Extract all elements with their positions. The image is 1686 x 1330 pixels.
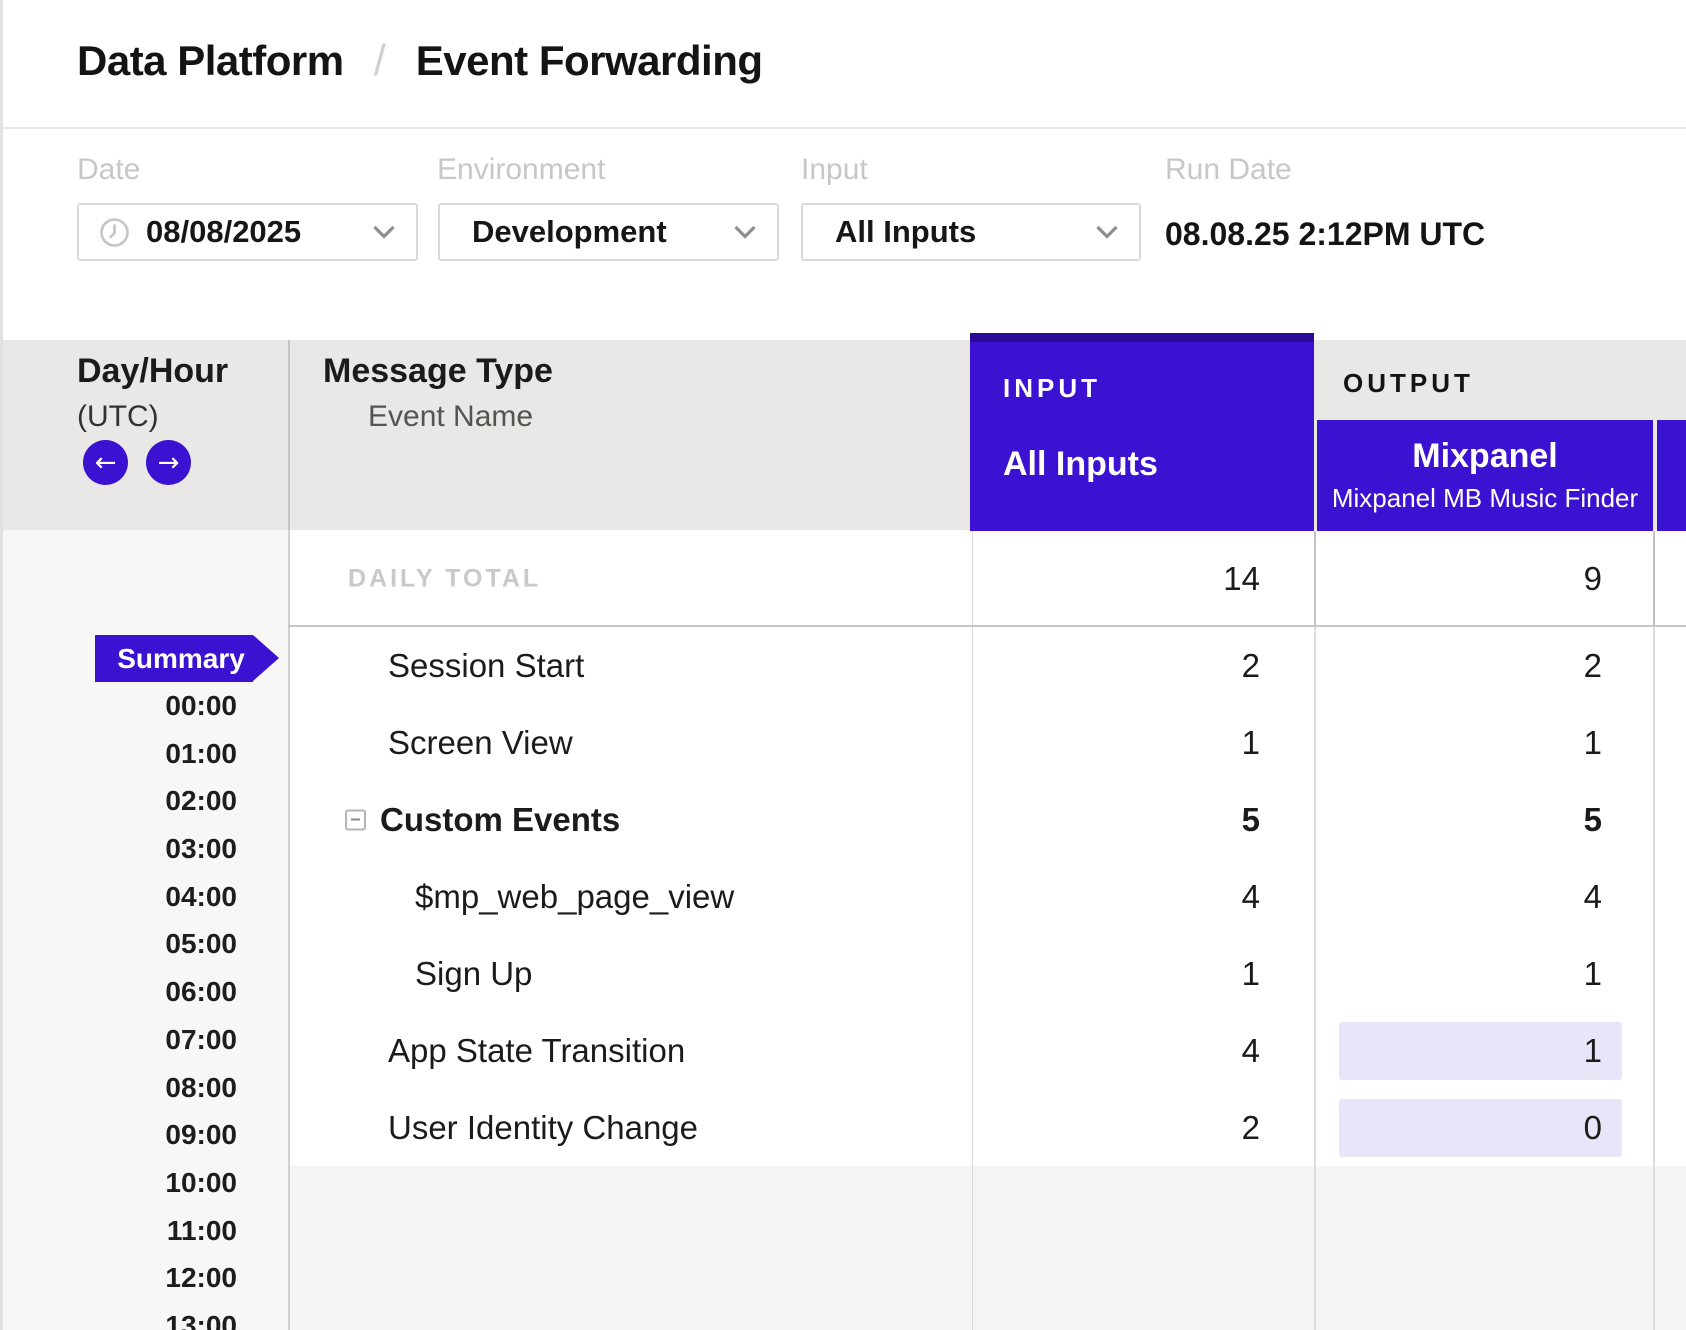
breadcrumb-data-platform[interactable]: Data Platform [77,37,344,85]
input-count: 1 [1242,724,1260,762]
output-highlight-cell [1339,1099,1622,1157]
output-column-header-next [1657,420,1686,531]
event-forwarding-page: Data Platform / Event Forwarding Date En… [0,0,1686,1330]
daily-total-row: DAILY TOTAL 14 9 [0,531,1686,627]
input-count: 2 [1242,1109,1260,1147]
daily-total-output-value: 9 [1584,560,1602,598]
output-header-name: Mixpanel [1412,437,1557,476]
table-row: Sign Up 1 1 [0,935,1686,1012]
input-count: 4 [1242,1032,1260,1070]
run-date-value: 08.08.25 2:12PM UTC [1165,216,1485,253]
chevron-down-icon [1095,225,1119,239]
environment-value: Development [460,214,667,250]
output-count: 1 [1584,724,1602,762]
page-title: Event Forwarding [416,37,763,85]
date-dropdown[interactable]: 08/08/2025 [77,203,418,261]
output-column-header-mixpanel: Mixpanel Mixpanel MB Music Finder [1317,420,1653,531]
run-date-label: Run Date [1165,153,1292,187]
table-row: Session Start 2 2 [0,627,1686,704]
table-row: $mp_web_page_view 4 4 [0,858,1686,935]
output-count: 5 [1584,801,1602,839]
input-column-header: INPUT All Inputs [970,333,1314,531]
input-header-name: All Inputs [1003,445,1158,484]
input-header-top-strip [970,333,1314,342]
column-divider [288,340,290,530]
date-filter-label: Date [77,153,140,187]
chevron-down-icon [372,225,396,239]
table-row-group: Custom Events 5 5 [0,781,1686,858]
hour-label-13[interactable]: 13:00 [60,1310,237,1330]
event-row-label: Screen View [388,724,573,762]
event-row-label: App State Transition [388,1032,685,1070]
previous-day-button[interactable]: ← [83,440,128,485]
arrow-left-icon: ← [95,450,117,476]
output-count: 0 [1584,1109,1602,1147]
table-row: Screen View 1 1 [0,704,1686,781]
input-count: 1 [1242,955,1260,993]
event-row-label: Session Start [388,647,584,685]
input-filter-label: Input [801,153,868,187]
output-count: 1 [1584,1032,1602,1070]
page-left-border [0,0,3,1330]
input-count: 5 [1242,801,1260,839]
environment-dropdown[interactable]: Development [438,203,779,261]
daily-total-input-value: 14 [1223,560,1260,598]
output-count: 1 [1584,955,1602,993]
input-count: 4 [1242,878,1260,916]
input-count: 2 [1242,647,1260,685]
clock-icon [99,217,130,248]
header-divider [0,127,1686,129]
hour-label-11[interactable]: 11:00 [60,1215,237,1247]
day-hour-column-title: Day/Hour [77,352,228,391]
daily-total-label: DAILY TOTAL [348,565,541,594]
column-divider [1314,531,1316,627]
input-value: All Inputs [823,214,976,250]
table-row: App State Transition 4 1 [0,1012,1686,1089]
hour-label-10[interactable]: 10:00 [60,1167,237,1199]
message-type-column-title: Message Type [323,352,553,391]
input-eyebrow: INPUT [1003,373,1101,404]
output-highlight-cell [1339,1022,1622,1080]
chevron-down-icon [733,225,757,239]
column-divider [1653,531,1655,627]
input-dropdown[interactable]: All Inputs [801,203,1141,261]
column-divider [1653,627,1655,1330]
event-group-label: Custom Events [380,801,620,839]
output-eyebrow: OUTPUT [1343,368,1474,399]
next-day-button[interactable]: → [146,440,191,485]
column-divider [288,530,290,1330]
output-count: 2 [1584,647,1602,685]
event-row-label: User Identity Change [388,1109,698,1147]
output-count: 4 [1584,878,1602,916]
arrow-right-icon: → [158,450,180,476]
column-divider [972,531,973,1330]
event-rows: Session Start 2 2 Screen View 1 1 Custom… [0,627,1686,1166]
table-footer-strip [290,1166,1686,1330]
event-row-label: $mp_web_page_view [415,878,734,916]
daily-total-divider [288,625,1686,627]
collapse-minus-icon[interactable] [345,809,366,830]
column-divider [1314,627,1316,1330]
table-row: User Identity Change 2 0 [0,1089,1686,1166]
output-header-subtitle: Mixpanel MB Music Finder [1332,483,1638,514]
day-hour-timezone: (UTC) [77,400,159,434]
breadcrumb: Data Platform / Event Forwarding [77,36,763,86]
environment-filter-label: Environment [437,153,605,187]
event-row-label: Sign Up [415,955,532,993]
event-name-subtitle: Event Name [368,400,533,434]
breadcrumb-separator: / [374,36,386,86]
hour-label-12[interactable]: 12:00 [60,1262,237,1294]
date-value: 08/08/2025 [146,214,301,250]
